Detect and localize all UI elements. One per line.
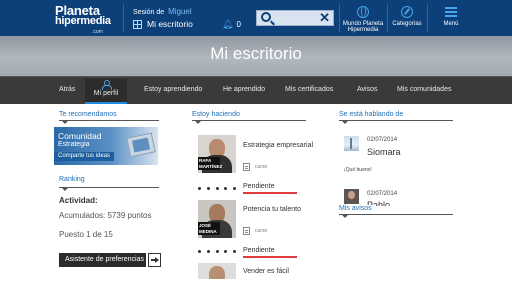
bell-icon: 🔔︎ bbox=[222, 19, 234, 29]
course-thumbnail[interactable]: RAFA MARTÍNEZ bbox=[198, 135, 236, 173]
tab-estoy-aprendiendo[interactable]: Estoy aprendiendo bbox=[144, 86, 202, 93]
chat-message: ¡Qué bueno! bbox=[344, 167, 372, 173]
logo-line2: hipermedia bbox=[55, 15, 111, 27]
globe-icon bbox=[357, 6, 369, 18]
ranking-position: Puesto 1 de 15 bbox=[59, 230, 113, 239]
desk-icon bbox=[133, 19, 142, 29]
accumulated-points: Acumulados: 5739 puntos bbox=[59, 211, 152, 220]
arrow-right-icon[interactable] bbox=[148, 253, 161, 267]
progress-dots bbox=[198, 185, 236, 191]
status-bar bbox=[243, 256, 297, 258]
divider bbox=[427, 4, 428, 32]
section-divider bbox=[339, 214, 453, 218]
community-promo[interactable]: Comunidad Estrategia Comparte tus ideas bbox=[54, 127, 158, 165]
session-info: Sesión de Miguel bbox=[133, 7, 192, 16]
course-name[interactable]: Vender es fácil bbox=[243, 268, 289, 275]
chat-date: 02/07/2014 bbox=[367, 191, 398, 197]
tab-he-aprendido[interactable]: He aprendido bbox=[223, 86, 265, 93]
course-type: curso bbox=[243, 163, 267, 171]
chat-avatar[interactable] bbox=[344, 189, 359, 204]
user-name[interactable]: Miguel bbox=[168, 7, 192, 16]
search-icon[interactable] bbox=[261, 12, 271, 22]
book-icon bbox=[243, 227, 250, 235]
course-status: Pendiente bbox=[243, 247, 275, 254]
section-divider bbox=[192, 120, 306, 124]
status-bar bbox=[243, 192, 297, 194]
doing-title: Estoy haciendo bbox=[192, 111, 240, 118]
course-type: curso bbox=[243, 227, 267, 235]
progress-dots bbox=[198, 248, 236, 254]
tablet-image bbox=[126, 132, 156, 158]
page-title: Mi escritorio bbox=[210, 44, 302, 63]
top-bar: Planeta hipermedia .com Sesión de Miguel… bbox=[0, 0, 512, 36]
chat-avatar[interactable] bbox=[344, 136, 359, 151]
course-type-label: curso bbox=[255, 164, 268, 170]
tab-avisos[interactable]: Avisos bbox=[357, 86, 378, 93]
course-status: Pendiente bbox=[243, 183, 275, 190]
compass-icon bbox=[401, 6, 413, 18]
ranking-title: Ranking bbox=[59, 176, 85, 183]
my-desk-link[interactable]: Mi escritorio bbox=[133, 19, 193, 29]
nav-categories-label: Categorías bbox=[392, 21, 422, 27]
course-thumbnail[interactable]: JOSÉ MEDINA bbox=[198, 200, 236, 238]
preferences-button[interactable]: Asistente de preferencias bbox=[59, 253, 146, 267]
tab-mis-comunidades[interactable]: Mis comunidades bbox=[397, 86, 451, 93]
instructor-photo-head bbox=[209, 266, 225, 279]
talking-title: Se está hablando de bbox=[339, 111, 404, 118]
section-divider bbox=[59, 120, 159, 124]
divider bbox=[339, 4, 340, 32]
chat-date: 02/07/2014 bbox=[367, 137, 398, 143]
notices-title: Mis avisos bbox=[339, 205, 376, 212]
section-divider bbox=[59, 187, 159, 191]
divider bbox=[387, 4, 388, 32]
section-divider bbox=[339, 120, 453, 124]
tab-bar: Atrás Mi perfil Estoy aprendiendo He apr… bbox=[0, 76, 512, 104]
notifications[interactable]: 🔔︎ 0 bbox=[222, 19, 241, 30]
activity-label: Actividad: bbox=[59, 196, 98, 205]
tab-back[interactable]: Atrás bbox=[59, 86, 75, 93]
nav-menu[interactable]: Menú bbox=[436, 4, 466, 27]
chat-author[interactable]: Siomara bbox=[367, 147, 401, 157]
logo[interactable]: Planeta hipermedia .com bbox=[55, 4, 111, 35]
recommend-title: Te recomendamos bbox=[59, 111, 117, 118]
instructor-tag: JOSÉ MEDINA bbox=[198, 222, 220, 235]
search-input[interactable] bbox=[275, 13, 321, 24]
nav-mundo-planeta[interactable]: Mundo Planeta Hipermedia bbox=[341, 4, 385, 34]
clear-search-icon[interactable]: ✕ bbox=[319, 10, 330, 26]
course-type-label: curso bbox=[255, 228, 268, 234]
course-name[interactable]: Estrategia empresarial bbox=[243, 142, 313, 149]
logo-suffix: .com bbox=[92, 29, 103, 35]
nav-categories[interactable]: Categorías bbox=[389, 4, 425, 27]
nav-menu-label: Menú bbox=[443, 21, 459, 27]
promo-title: Comunidad bbox=[58, 131, 102, 141]
tab-mis-certificados[interactable]: Mis certificados bbox=[285, 86, 333, 93]
instructor-tag: RAFA MARTÍNEZ bbox=[198, 157, 223, 170]
promo-subtitle: Estrategia bbox=[58, 141, 90, 148]
session-label: Sesión de bbox=[133, 9, 165, 16]
tab-mi-perfil-label: Mi perfil bbox=[93, 90, 119, 97]
course-thumbnail[interactable] bbox=[198, 263, 236, 279]
hero-banner: Mi escritorio bbox=[0, 36, 512, 76]
promo-cta: Comparte tus ideas bbox=[54, 152, 114, 161]
search-box: ✕ bbox=[256, 10, 334, 26]
book-icon bbox=[243, 163, 250, 171]
my-desk-label: Mi escritorio bbox=[147, 19, 193, 29]
person-icon bbox=[102, 80, 112, 90]
divider bbox=[123, 4, 124, 32]
notifications-count: 0 bbox=[236, 20, 241, 29]
course-name[interactable]: Potencia tu talento bbox=[243, 206, 301, 213]
nav-mundo-label: Mundo Planeta Hipermedia bbox=[342, 21, 384, 34]
tab-mi-perfil[interactable]: Mi perfil bbox=[85, 79, 127, 104]
menu-icon bbox=[445, 7, 457, 17]
